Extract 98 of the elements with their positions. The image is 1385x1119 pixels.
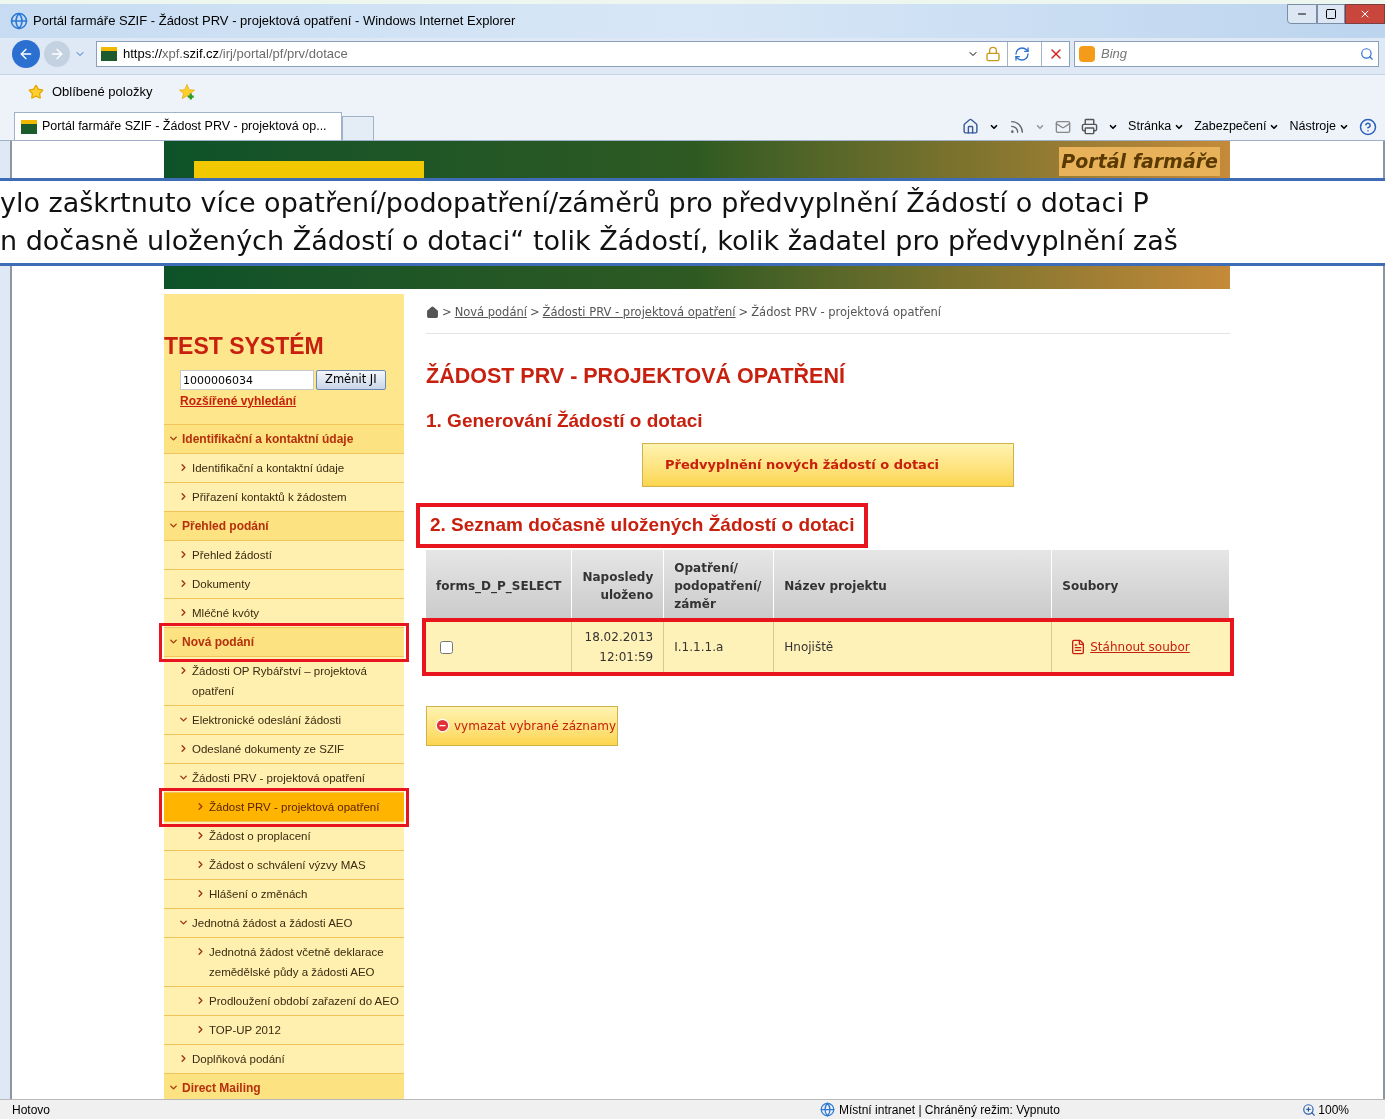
minus-circle-icon: [435, 718, 450, 733]
chevron-right-icon: [178, 1053, 189, 1064]
table-cell: 18.02.2013 12:01:59: [571, 621, 664, 672]
command-menu[interactable]: Zabezpečení: [1194, 117, 1280, 136]
chevron-right-icon: [195, 995, 206, 1006]
breadcrumb-link[interactable]: Žádosti PRV - projektová opatření: [542, 304, 736, 322]
security-zone-text: Místní intranet | Chráněný režim: Vypnuto: [839, 1101, 1060, 1119]
page-title: ŽÁDOST PRV - PROJEKTOVÁ OPATŘENÍ: [426, 362, 845, 391]
menu-item[interactable]: Žádosti OP Rybářství – projektová opatření: [164, 657, 404, 706]
menu-item[interactable]: Přehled žádostí: [164, 541, 404, 570]
chevron-right-icon: [195, 946, 206, 957]
browser-tab[interactable]: Portál farmáře SZIF - Žádost PRV - projektová op...: [14, 112, 342, 140]
add-favorite-icon[interactable]: [178, 82, 197, 101]
site-favicon-icon: [21, 119, 37, 134]
chevron-right-icon: [178, 549, 189, 560]
chevron-down-icon: [178, 772, 189, 783]
chevron-right-icon: [195, 830, 206, 841]
chevron-right-icon: [195, 1024, 206, 1035]
menu-section[interactable]: Přehled podání: [164, 512, 404, 541]
maximize-button[interactable]: [1317, 4, 1345, 24]
breadcrumb-separator: >: [442, 304, 452, 321]
refresh-icon: [1013, 46, 1030, 62]
breadcrumb-separator: >: [529, 304, 540, 321]
search-box[interactable]: Bing: [1074, 41, 1379, 67]
site-favicon-icon: [101, 47, 117, 61]
chevron-right-icon: [178, 607, 189, 618]
help-icon[interactable]: [1359, 117, 1377, 136]
search-icon[interactable]: [1360, 47, 1374, 61]
chevron-down-icon: [168, 520, 179, 531]
close-icon: [1359, 8, 1371, 20]
mail-icon[interactable]: [1055, 118, 1072, 135]
portal-title: Portál farmáře: [1059, 147, 1220, 176]
chevron-down-icon: [168, 1082, 179, 1093]
menu-item[interactable]: Odeslané dokumenty ze SZIF: [164, 735, 404, 764]
home-icon[interactable]: [962, 118, 980, 136]
menu-item[interactable]: Jednotná žádost a žádosti AEO: [164, 909, 404, 938]
address-field[interactable]: https://xpf.szif.cz/irj/portal/pf/prv/dotace: [96, 41, 1070, 67]
breadcrumb-link[interactable]: Nová podání: [454, 304, 527, 322]
lock-icon: [985, 46, 1001, 62]
favorites-button[interactable]: Oblíbené položky: [52, 81, 153, 102]
chevron-right-icon: [178, 743, 189, 754]
star-icon: [28, 83, 44, 100]
chevron-down-icon: [178, 917, 189, 928]
row-checkbox[interactable]: [440, 640, 453, 654]
note-text: n dočasně uložených Žádostí o dotaci“ tolik Žádostí, kolik žadatel pro předvyplnění zaš: [0, 224, 1178, 258]
search-input[interactable]: Bing: [1101, 44, 1354, 64]
chevron-right-icon: [178, 491, 189, 502]
feed-icon[interactable]: [1009, 118, 1026, 135]
id-field[interactable]: 1000006034: [180, 370, 314, 390]
menu-item[interactable]: Jednotná žádost včetně deklarace zemědělské půdy a žádosti AEO: [164, 938, 404, 987]
chevron-right-icon: [195, 888, 206, 899]
menu-item[interactable]: Přiřazení kontaktů k žádostem: [164, 483, 404, 512]
status-text: Hotovo: [12, 1101, 51, 1119]
menu-item[interactable]: Doplňková podání: [164, 1045, 404, 1074]
command-menu[interactable]: Stránka: [1128, 117, 1185, 136]
menu-item[interactable]: Hlášení o změnách: [164, 880, 404, 909]
restore-icon: [1325, 8, 1337, 20]
pdf-file-icon: [1070, 638, 1087, 655]
menu-item[interactable]: TOP-UP 2012: [164, 1016, 404, 1045]
table-cell: I.1.1.1.a: [663, 621, 774, 672]
advanced-search-link[interactable]: Rozšířené vyhledání: [180, 392, 404, 410]
window-title: Portál farmáře SZIF - Žádost PRV - projektová opatření - Windows Internet Explorer: [33, 12, 516, 31]
chevron-down-icon: [178, 714, 189, 725]
chevron-down-icon: [168, 433, 179, 444]
browser-logo-icon: [10, 12, 28, 30]
system-title: TEST SYSTÉM: [164, 332, 325, 360]
menu-item[interactable]: Dokumenty: [164, 570, 404, 599]
menu-section[interactable]: Direct Mailing: [164, 1074, 404, 1099]
breadcrumb-current: Žádost PRV - projektová opatření: [751, 304, 941, 321]
chevron-right-icon: [178, 462, 189, 473]
note-text: ylo zaškrtnuto více opatření/podopatření/záměrů pro předvyplnění Žádostí o dotaci P: [0, 186, 1149, 220]
chevron-right-icon: [195, 801, 206, 812]
forward-arrow-icon: [49, 46, 65, 62]
section-heading: 2. Seznam dočasně uložených Žádostí o dotaci: [416, 503, 869, 548]
globe-icon: [820, 1102, 836, 1117]
home-icon[interactable]: [426, 306, 439, 320]
menu-item[interactable]: Identifikační a kontaktní údaje: [164, 454, 404, 483]
delete-selected-button[interactable]: vymazat vybrané záznamy: [426, 705, 618, 746]
zoom-level[interactable]: 100%: [1318, 1100, 1349, 1119]
prefill-button[interactable]: Předvyplnění nových žádostí o dotaci: [642, 443, 1014, 487]
menu-item[interactable]: Elektronické odeslání žádosti: [164, 706, 404, 735]
print-icon[interactable]: [1081, 118, 1099, 136]
chevron-right-icon: [195, 859, 206, 870]
section-heading: 1. Generování Žádostí o dotaci: [426, 408, 703, 433]
command-menu[interactable]: Nástroje: [1289, 117, 1349, 136]
search-engine-logo-icon: [1079, 46, 1095, 62]
table-cell: Hnojiště: [773, 621, 1052, 672]
zoom-icon[interactable]: [1302, 1102, 1317, 1117]
download-link[interactable]: Stáhnout soubor: [1090, 637, 1190, 656]
change-button[interactable]: Změnit JI: [316, 370, 386, 390]
chevron-down-icon: [168, 636, 179, 647]
back-button[interactable]: [12, 40, 40, 68]
breadcrumb-separator: >: [738, 304, 749, 321]
menu-item[interactable]: Prodloužení období zařazení do AEO: [164, 987, 404, 1016]
chevron-right-icon: [178, 665, 189, 676]
menu-section[interactable]: Identifikační a kontaktní údaje: [164, 425, 404, 454]
menu-item[interactable]: Žádost o schválení výzvy MAS: [164, 851, 404, 880]
chevron-right-icon: [178, 578, 189, 589]
